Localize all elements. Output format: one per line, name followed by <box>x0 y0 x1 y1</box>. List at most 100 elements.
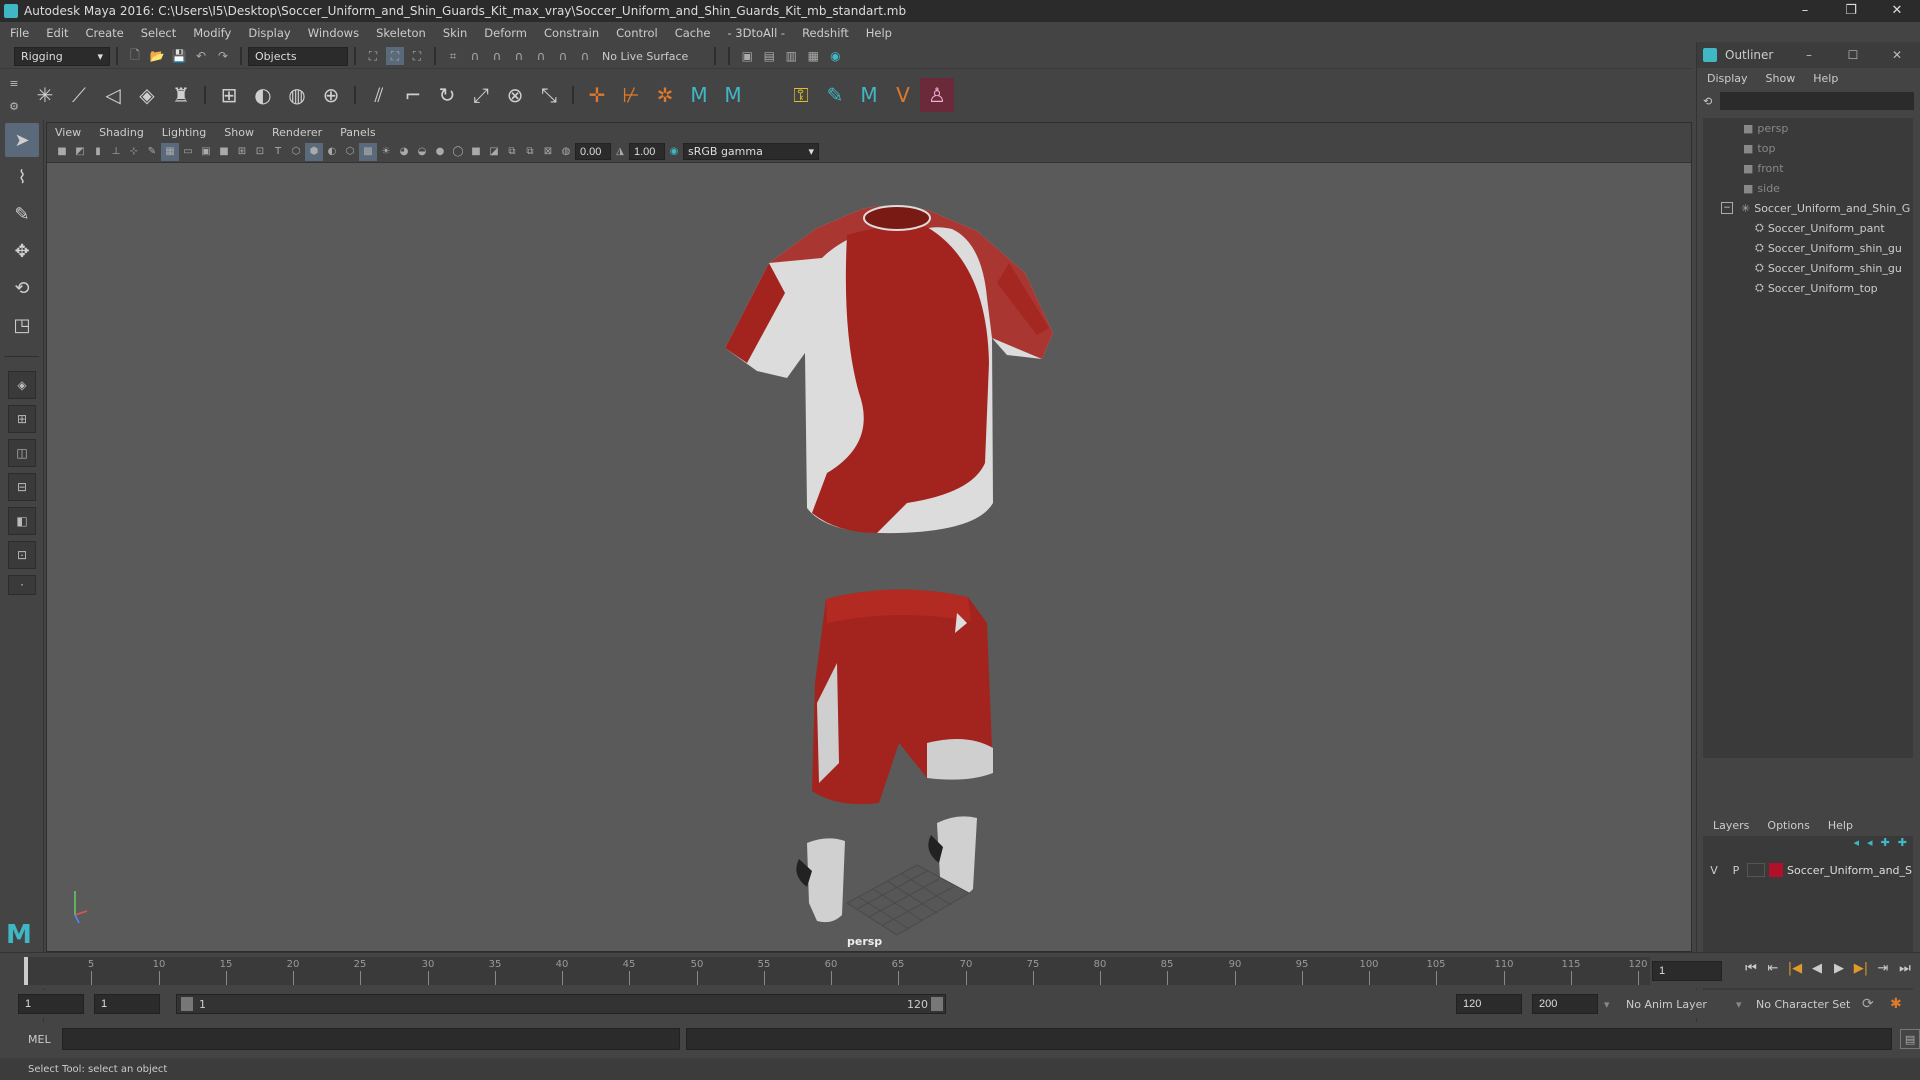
open-scene-icon[interactable]: 📂 <box>148 47 166 65</box>
vp-menu-view[interactable]: View <box>55 126 81 139</box>
layer-menu-help[interactable]: Help <box>1828 819 1853 832</box>
menu-deform[interactable]: Deform <box>484 26 527 40</box>
screen-space-ao-icon[interactable]: ◒ <box>413 143 431 161</box>
scale-tool-icon[interactable]: ◳ <box>5 308 39 342</box>
gamma-icon[interactable]: ◮ <box>611 143 629 161</box>
outliner-item-group[interactable]: − ✳ Soccer_Uniform_and_Shin_G <box>1703 198 1913 218</box>
snap-point-icon[interactable]: ∩ <box>488 47 506 65</box>
outliner-search-input[interactable] <box>1720 92 1914 110</box>
step-forward-frame-icon[interactable]: ▶| <box>1850 961 1872 976</box>
resolution-gate-icon[interactable]: ▣ <box>197 143 215 161</box>
chevron-down-icon[interactable]: ▾ <box>1604 998 1610 1011</box>
menu-help[interactable]: Help <box>866 26 892 40</box>
range-start-handle[interactable] <box>181 997 193 1011</box>
outliner-list[interactable]: ■ persp ■ top ■ front ■ side − ✳ Soccer_Unifor… <box>1703 118 1913 758</box>
bind-skin-icon[interactable]: ⊞ <box>212 78 246 112</box>
anti-aliasing-icon[interactable]: ◯ <box>449 143 467 161</box>
single-view-layout-icon[interactable]: ◈ <box>8 371 36 399</box>
default-material-icon[interactable]: ◐ <box>323 143 341 161</box>
anim-layer-dropdown[interactable]: No Anim Layer <box>1626 998 1707 1011</box>
shadows-icon[interactable]: ◕ <box>395 143 413 161</box>
xray-joints-icon[interactable]: ⧉ <box>521 143 539 161</box>
bookmark-icon[interactable]: ▮ <box>89 143 107 161</box>
aim-constraint-icon[interactable]: ⊗ <box>498 78 532 112</box>
lasso-tool-icon[interactable]: ⌇ <box>5 160 39 194</box>
go-to-start-icon[interactable]: ⏮ <box>1740 961 1762 976</box>
persp-graph-layout-icon[interactable]: ⊟ <box>8 473 36 501</box>
isolate-select-icon[interactable]: ◪ <box>485 143 503 161</box>
four-view-layout-icon[interactable]: ⊞ <box>8 405 36 433</box>
shelf-menu-icon[interactable]: ≡ ⚙ <box>0 72 28 118</box>
outliner-item-top[interactable]: ■ top <box>1703 138 1913 158</box>
script-editor-icon[interactable]: ▤ <box>1900 1029 1920 1049</box>
layer-move-up-icon[interactable]: ◂ <box>1854 836 1860 856</box>
range-end-handle[interactable] <box>931 997 943 1011</box>
outliner-menu-show[interactable]: Show <box>1766 72 1796 85</box>
menu-redshift[interactable]: Redshift <box>802 26 849 40</box>
grease-pencil-icon[interactable]: ✎ <box>143 143 161 161</box>
snap-surface-icon[interactable]: ∩ <box>532 47 550 65</box>
snap-grid-icon[interactable]: ⌗ <box>444 47 462 65</box>
menu-skeleton[interactable]: Skeleton <box>376 26 426 40</box>
layer-menu-layers[interactable]: Layers <box>1713 819 1749 832</box>
use-all-lights-icon[interactable]: ☀ <box>377 143 395 161</box>
outliner-item-persp[interactable]: ■ persp <box>1703 118 1913 138</box>
render-settings-icon[interactable]: ▣ <box>738 47 756 65</box>
menu-display[interactable]: Display <box>248 26 290 40</box>
menu-skin[interactable]: Skin <box>443 26 467 40</box>
vp-menu-renderer[interactable]: Renderer <box>272 126 322 139</box>
empty-slot-icon[interactable] <box>750 78 784 112</box>
parent-constraint-icon[interactable]: ⫽ <box>362 78 396 112</box>
pole-vector-icon[interactable]: ⤡ <box>532 78 566 112</box>
rig-helper-icon[interactable]: ⊬ <box>614 78 648 112</box>
two-d-pan-icon[interactable]: ⊹ <box>125 143 143 161</box>
outliner-item-pant[interactable]: ⛭ Soccer_Uniform_pant <box>1703 218 1913 238</box>
depth-of-field-icon[interactable]: ■ <box>467 143 485 161</box>
brush-icon[interactable]: ✎ <box>818 78 852 112</box>
character-set-dropdown[interactable]: No Character Set <box>1756 998 1850 1011</box>
render-view-icon[interactable]: ▦ <box>804 47 822 65</box>
layout-more-icon[interactable]: · <box>8 575 36 595</box>
playback-end-field[interactable] <box>1456 994 1522 1014</box>
outliner-item-front[interactable]: ■ front <box>1703 158 1913 178</box>
motion-blur-icon[interactable]: ● <box>431 143 449 161</box>
safe-title-icon[interactable]: T <box>269 143 287 161</box>
current-time-indicator[interactable] <box>24 957 28 985</box>
persp-hypershade-layout-icon[interactable]: ⊡ <box>8 541 36 569</box>
menu-control[interactable]: Control <box>616 26 658 40</box>
preferences-icon[interactable]: ✱ <box>1890 996 1902 1012</box>
gate-mask-icon[interactable]: ■ <box>215 143 233 161</box>
vp-menu-show[interactable]: Show <box>224 126 254 139</box>
save-scene-icon[interactable]: 💾 <box>170 47 188 65</box>
live-magnet-icon[interactable]: ∩ <box>576 47 594 65</box>
humanik-icon[interactable]: ♜ <box>164 78 198 112</box>
side-by-side-layout-icon[interactable]: ◫ <box>8 439 36 467</box>
field-chart-icon[interactable]: ⊞ <box>233 143 251 161</box>
xray-components-icon[interactable]: ⊠ <box>539 143 557 161</box>
layer-menu-options[interactable]: Options <box>1767 819 1809 832</box>
ik-handle-icon[interactable]: ⟋ <box>62 78 96 112</box>
menu-windows[interactable]: Windows <box>308 26 359 40</box>
outliner-item-side[interactable]: ■ side <box>1703 178 1913 198</box>
step-back-frame-icon[interactable]: |◀ <box>1784 961 1806 976</box>
play-backward-icon[interactable]: ◀ <box>1806 961 1828 976</box>
layer-display-type[interactable] <box>1747 863 1765 877</box>
redo-icon[interactable]: ↷ <box>214 47 232 65</box>
restore-button[interactable]: ❐ <box>1828 0 1874 22</box>
select-component-icon[interactable]: ⛶ <box>408 47 426 65</box>
orient-constraint-icon[interactable]: ↻ <box>430 78 464 112</box>
layer-move-down-icon[interactable]: ◂ <box>1867 836 1873 856</box>
scale-constraint-icon[interactable]: ⤢ <box>464 78 498 112</box>
insert-joint-icon[interactable]: ◈ <box>130 78 164 112</box>
color-space-dropdown[interactable]: sRGB gamma ▾ <box>683 143 819 160</box>
layer-visibility-toggle[interactable]: V <box>1703 864 1725 877</box>
menu-edit[interactable]: Edit <box>46 26 68 40</box>
vp-menu-shading[interactable]: Shading <box>99 126 144 139</box>
menu-create[interactable]: Create <box>86 26 124 40</box>
range-slider[interactable]: 1 120 <box>176 994 946 1014</box>
maya-m3-icon[interactable]: M <box>852 78 886 112</box>
outliner-menu-display[interactable]: Display <box>1707 72 1748 85</box>
anim-end-field[interactable] <box>1532 994 1598 1014</box>
exposure-field[interactable] <box>575 143 611 160</box>
paint-weights-icon[interactable]: ◐ <box>246 78 280 112</box>
